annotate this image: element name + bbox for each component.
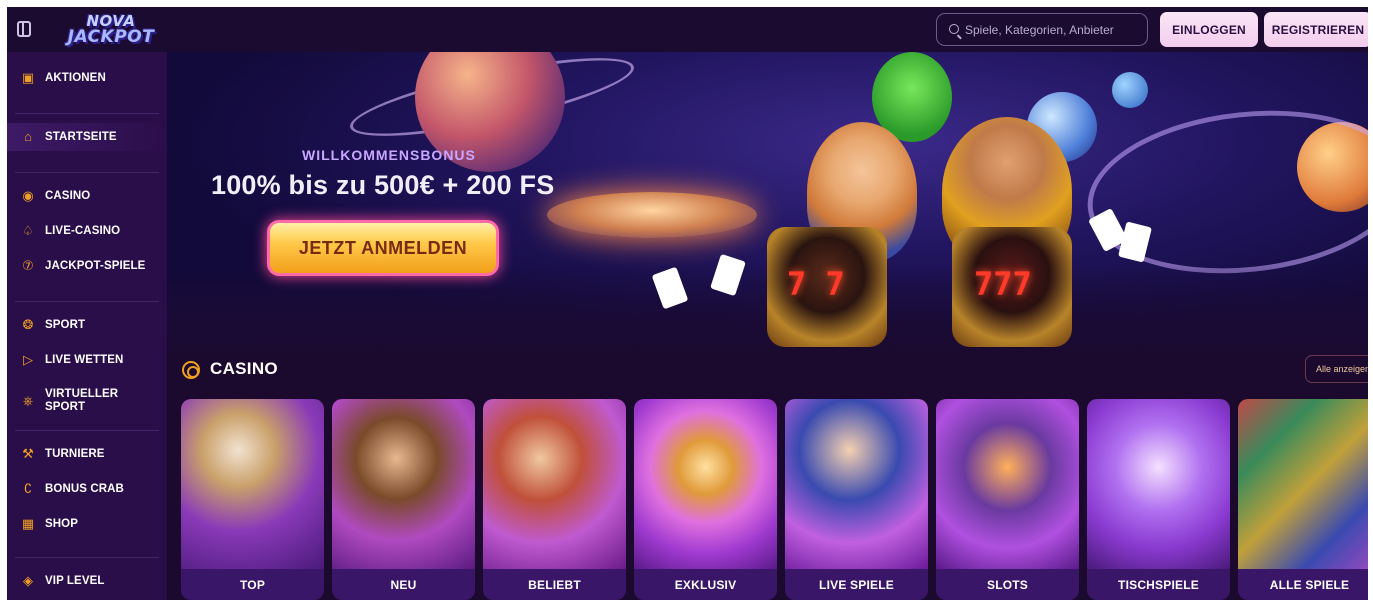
tile-label: TISCHSPIELE (1087, 569, 1230, 600)
gamepad-icon: ⎈ (22, 393, 34, 408)
bonus-label: WILLKOMMENSBONUS (302, 147, 476, 163)
sidebar-item-virtueller-sport[interactable]: ⎈ VIRTUELLER SPORT (7, 381, 167, 421)
sidebar-item-label: VIRTUELLER SPORT (45, 388, 119, 413)
sidebar-divider (15, 430, 159, 431)
search-input[interactable] (965, 14, 1143, 45)
sidebar-item-jackpot-spiele[interactable]: ⑦ JACKPOT-SPIELE (7, 252, 167, 280)
register-button[interactable]: REGISTRIEREN (1264, 12, 1368, 47)
search-box[interactable] (936, 13, 1148, 46)
category-tile-neu[interactable]: NEU (332, 399, 475, 600)
casino-chip-icon (182, 361, 200, 379)
slot-kart-left: 7 7 (767, 227, 887, 347)
tile-artwork (1238, 399, 1368, 569)
home-icon: ⌂ (24, 129, 32, 144)
hero-banner[interactable]: 7 7 777 WILLKOMMENSBONUS 100% bis zu 500… (167, 52, 1368, 355)
soccer-ball-icon: ❂ (22, 317, 34, 332)
diamond-icon: ◈ (23, 573, 33, 588)
slot-kart-right: 777 (952, 227, 1072, 347)
login-button[interactable]: EINLOGGEN (1160, 12, 1258, 47)
logo-line-2: JACKPOT (67, 27, 155, 47)
slot-display-right: 777 (974, 265, 1032, 303)
category-tile-top[interactable]: TOP (181, 399, 324, 600)
shop-icon: ▦ (21, 516, 35, 531)
sidebar-item-aktionen[interactable]: ▣ AKTIONEN (7, 64, 167, 92)
sidebar-item-label: AKTIONEN (45, 71, 106, 84)
sidebar-item-shop[interactable]: ▦ SHOP (7, 510, 167, 538)
sidebar-item-turniere[interactable]: ⚒ TURNIERE (7, 440, 167, 468)
sidebar-item-label: SHOP (45, 517, 78, 530)
tile-label: ALLE SPIELE (1238, 569, 1368, 600)
sidebar-item-live-wetten[interactable]: ▷ LIVE WETTEN (7, 346, 167, 374)
tile-label: LIVE SPIELE (785, 569, 928, 600)
gift-icon: ▣ (21, 70, 35, 85)
tile-artwork (936, 399, 1079, 569)
sidebar-item-label: CASINO (45, 189, 91, 202)
tile-artwork (332, 399, 475, 569)
sidebar-item-live-casino[interactable]: ♤ LIVE-CASINO (7, 217, 167, 245)
tile-artwork (634, 399, 777, 569)
sidebar-item-label: LIVE WETTEN (45, 353, 124, 366)
category-tile-exklusiv[interactable]: EXKLUSIV (634, 399, 777, 600)
category-tile-beliebt[interactable]: BELIEBT (483, 399, 626, 600)
tile-artwork (1087, 399, 1230, 569)
search-icon (949, 24, 959, 34)
sidebar-item-label: TURNIERE (45, 447, 105, 460)
sidebar-divider (15, 113, 159, 114)
sidebar-item-vip-level[interactable]: ◈ VIP LEVEL (7, 567, 167, 595)
planet-decoration (1112, 72, 1148, 108)
sidebar-item-label: STARTSEITE (45, 130, 117, 143)
sidebar-item-label: VIP LEVEL (45, 574, 105, 587)
sidebar-item-label: LIVE-CASINO (45, 224, 121, 237)
sidebar-divider (15, 557, 159, 558)
ufo-decoration (547, 192, 757, 238)
bonus-title: 100% bis zu 500€ + 200 FS (211, 170, 555, 200)
seven-icon: ⑦ (22, 258, 34, 273)
play-icon: ▷ (23, 352, 33, 367)
app-frame: NOVA JACKPOT EINLOGGEN REGISTRIEREN ▣ AK… (7, 7, 1368, 600)
sidebar-item-label: JACKPOT-SPIELE (45, 259, 146, 272)
tile-label: EXKLUSIV (634, 569, 777, 600)
category-tile-tischspiele[interactable]: TISCHSPIELE (1087, 399, 1230, 600)
sidebar: ▣ AKTIONEN ⌂ STARTSEITE ◉ CASINO ♤ LIVE-… (7, 52, 167, 600)
category-tile-live-spiele[interactable]: LIVE SPIELE (785, 399, 928, 600)
rollercoaster-decoration (1079, 95, 1368, 289)
sidebar-item-sport[interactable]: ❂ SPORT (7, 311, 167, 339)
tile-artwork (483, 399, 626, 569)
category-tile-slots[interactable]: SLOTS (936, 399, 1079, 600)
sidebar-item-startseite[interactable]: ⌂ STARTSEITE (7, 123, 167, 151)
sidebar-divider (15, 172, 159, 173)
sidebar-item-casino[interactable]: ◉ CASINO (7, 182, 167, 210)
sidebar-item-label: BONUS CRAB (45, 482, 124, 495)
sidebar-toggle-icon[interactable] (17, 21, 31, 37)
section-title: CASINO (210, 359, 278, 378)
category-tile-alle-spiele[interactable]: ALLE SPIELE (1238, 399, 1368, 600)
logo[interactable]: NOVA JACKPOT (61, 11, 161, 49)
sidebar-item-label: SPORT (45, 318, 86, 331)
tile-label: BELIEBT (483, 569, 626, 600)
category-tiles: TOP NEU BELIEBT EXKLUSIV LIVE SPIELE SLO… (181, 399, 1368, 600)
crab-icon: ∁ (23, 481, 33, 496)
tile-label: SLOTS (936, 569, 1079, 600)
spade-icon: ♤ (22, 223, 34, 238)
tile-artwork (785, 399, 928, 569)
show-all-button[interactable]: Alle anzeigen (1305, 355, 1368, 383)
slot-display-left: 7 7 (787, 265, 845, 303)
top-bar: NOVA JACKPOT EINLOGGEN REGISTRIEREN (7, 7, 1368, 52)
sidebar-divider (15, 301, 159, 302)
trophy-icon: ⚒ (22, 446, 34, 461)
register-now-button[interactable]: JETZT ANMELDEN (267, 220, 499, 276)
tile-label: NEU (332, 569, 475, 600)
sidebar-item-bonus-crab[interactable]: ∁ BONUS CRAB (7, 475, 167, 503)
casino-chip-icon: ◉ (22, 188, 34, 203)
tile-label: TOP (181, 569, 324, 600)
tile-artwork (181, 399, 324, 569)
